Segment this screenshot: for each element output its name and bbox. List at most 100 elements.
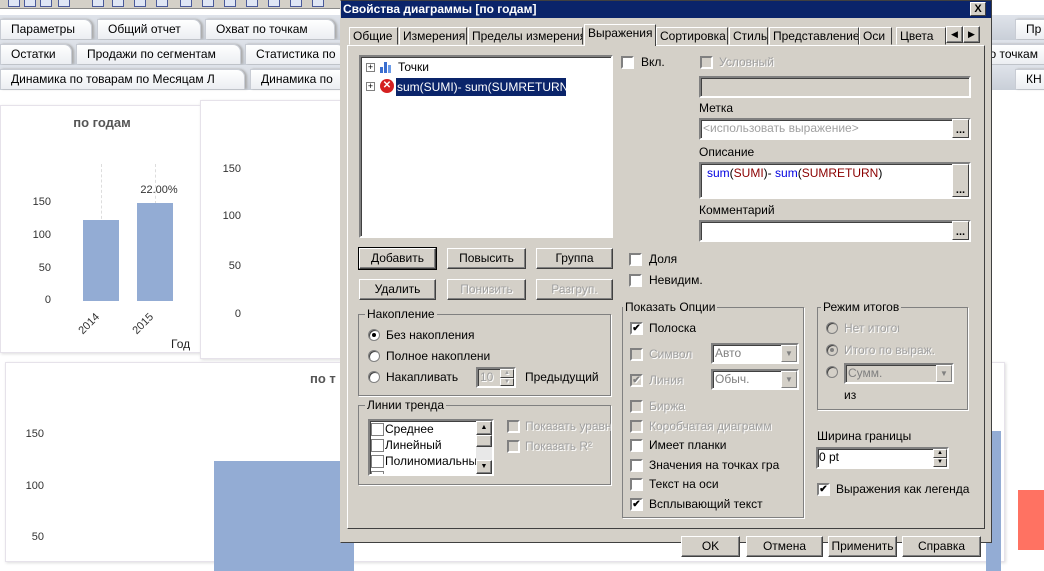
- comment-edit-button[interactable]: ...: [952, 221, 969, 240]
- toolbar-icon[interactable]: [8, 0, 20, 7]
- values-on-points-checkbox[interactable]: [630, 459, 643, 472]
- chevron-down-icon[interactable]: ▼: [781, 371, 797, 388]
- text-on-axis-checkbox[interactable]: [630, 478, 643, 491]
- toolbar-icon[interactable]: [224, 0, 236, 7]
- tab-expressions[interactable]: Выражения: [584, 24, 656, 46]
- tab-general[interactable]: Общие: [349, 27, 398, 45]
- sheet-tab[interactable]: Динамика по: [250, 69, 350, 89]
- conditional-checkbox[interactable]: [700, 56, 713, 69]
- radio-sum[interactable]: [826, 366, 838, 378]
- scrollbar[interactable]: ▲ ▼: [476, 421, 492, 474]
- description-input[interactable]: sum(SUMI)- sum(SUMRETURN) ...: [699, 162, 971, 199]
- enable-checkbox[interactable]: [621, 56, 634, 69]
- show-r2-checkbox[interactable]: [507, 440, 520, 453]
- radio-accumulate[interactable]: [368, 371, 380, 383]
- sheet-tab[interactable]: Статистика по: [245, 44, 345, 64]
- expand-icon[interactable]: +: [366, 63, 375, 72]
- bar-2015[interactable]: [137, 202, 173, 301]
- line-checkbox[interactable]: ✔: [630, 374, 643, 387]
- show-equation-checkbox[interactable]: [507, 420, 520, 433]
- spin-up-button[interactable]: ▲: [500, 369, 514, 378]
- promote-button[interactable]: Повысить: [447, 248, 526, 269]
- stock-checkbox[interactable]: [630, 400, 643, 413]
- chevron-down-icon[interactable]: ▼: [781, 345, 797, 362]
- radio-full-accumulation[interactable]: [368, 350, 380, 362]
- chart-2[interactable]: 150 100 50 0: [200, 100, 350, 359]
- group-button[interactable]: Группа: [536, 248, 613, 269]
- trend-checkbox[interactable]: [371, 471, 384, 474]
- tab-scroll-right-button[interactable]: ▶: [963, 26, 980, 43]
- symbol-checkbox[interactable]: [630, 348, 643, 361]
- delete-button[interactable]: Удалить: [359, 279, 436, 300]
- help-button[interactable]: Справка: [902, 536, 981, 557]
- sheet-tab[interactable]: Продажи по сегментам: [76, 44, 241, 64]
- toolbar-icon[interactable]: [180, 0, 192, 7]
- line-select[interactable]: Обыч. ▼: [711, 369, 799, 390]
- toolbar-icon[interactable]: [24, 0, 36, 7]
- tab-dimensions[interactable]: Измерения: [399, 27, 467, 45]
- trend-polynomial-checkbox[interactable]: [371, 455, 384, 468]
- tab-dimension-limits[interactable]: Пределы измерения: [468, 27, 583, 45]
- toolbar-icon[interactable]: [268, 0, 280, 7]
- bar-checkbox[interactable]: ✔: [630, 322, 643, 335]
- scroll-down-button[interactable]: ▼: [476, 460, 492, 474]
- tree-item-expression[interactable]: sum(SUMI)- sum(SUMRETURN): [396, 78, 572, 96]
- toolbar-icon[interactable]: [312, 0, 324, 7]
- demote-button[interactable]: Понизить: [447, 279, 526, 300]
- sheet-tab[interactable]: Остатки: [0, 44, 72, 64]
- sheet-tab[interactable]: Охват по точкам: [205, 19, 335, 39]
- add-button[interactable]: Добавить: [358, 247, 437, 270]
- toolbar-icon[interactable]: [40, 0, 52, 7]
- spin-down-button[interactable]: ▼: [500, 377, 514, 386]
- spin-up-button[interactable]: ▲: [933, 449, 947, 458]
- popup-text-checkbox[interactable]: ✔: [630, 498, 643, 511]
- bar-2014[interactable]: [83, 220, 119, 301]
- description-edit-button[interactable]: ...: [952, 164, 969, 197]
- trend-average-checkbox[interactable]: [371, 423, 384, 436]
- trend-linear-checkbox[interactable]: [371, 439, 384, 452]
- expand-icon[interactable]: +: [366, 82, 375, 91]
- accumulate-steps-spinner[interactable]: 10 ▲ ▼: [476, 367, 516, 388]
- radio-expression-total[interactable]: [826, 344, 838, 356]
- tree-item-points[interactable]: Точки: [398, 60, 429, 74]
- sum-select[interactable]: Сумм. ▼: [844, 363, 954, 384]
- sheet-tab[interactable]: КН: [1015, 69, 1044, 89]
- chart-by-year[interactable]: по годам 150 100 50 0 22.00% 2014 2015 Г…: [0, 105, 202, 353]
- tab-presentation[interactable]: Представление: [769, 27, 859, 45]
- tab-colors[interactable]: Цвета: [896, 27, 946, 45]
- cancel-button[interactable]: Отмена: [746, 536, 823, 557]
- label-input[interactable]: <использовать выражение> ...: [699, 118, 971, 140]
- toolbar-icon[interactable]: [156, 0, 168, 7]
- comment-input[interactable]: ...: [699, 220, 971, 242]
- sheet-tab[interactable]: Пр: [1015, 19, 1044, 39]
- share-checkbox[interactable]: [629, 253, 642, 266]
- invisible-checkbox[interactable]: [629, 274, 642, 287]
- tab-sort[interactable]: Сортировка: [656, 27, 728, 45]
- error-bars-checkbox[interactable]: [630, 439, 643, 452]
- sheet-tab[interactable]: Динамика по товарам по Месяцам Л: [0, 69, 245, 89]
- scroll-up-button[interactable]: ▲: [476, 421, 492, 435]
- ungroup-button[interactable]: Разгруп.: [536, 279, 613, 300]
- toolbar-icon[interactable]: [290, 0, 302, 7]
- toolbar-icon[interactable]: [112, 0, 124, 7]
- toolbar-icon[interactable]: [202, 0, 214, 7]
- close-button[interactable]: X: [970, 2, 986, 16]
- bar[interactable]: [214, 461, 354, 571]
- symbol-select[interactable]: Авто ▼: [711, 343, 799, 364]
- scroll-thumb[interactable]: [476, 435, 492, 447]
- box-plot-checkbox[interactable]: [630, 420, 643, 433]
- tab-scroll-left-button[interactable]: ◀: [946, 26, 963, 43]
- label-edit-button[interactable]: ...: [952, 119, 969, 138]
- conditional-input[interactable]: [699, 76, 971, 98]
- apply-button[interactable]: Применить: [828, 536, 897, 557]
- sheet-tab[interactable]: Общий отчет: [97, 19, 201, 39]
- expressions-as-legend-checkbox[interactable]: ✔: [817, 483, 830, 496]
- border-width-input[interactable]: 0 pt ▲ ▼: [816, 447, 949, 469]
- toolbar-icon[interactable]: [134, 0, 146, 7]
- spin-down-button[interactable]: ▼: [933, 458, 947, 467]
- tab-axes[interactable]: Оси: [859, 27, 892, 45]
- toolbar-icon[interactable]: [246, 0, 258, 7]
- bar[interactable]: [1018, 490, 1044, 550]
- tab-style[interactable]: Стиль: [729, 27, 768, 45]
- radio-no-accumulation[interactable]: [368, 329, 380, 341]
